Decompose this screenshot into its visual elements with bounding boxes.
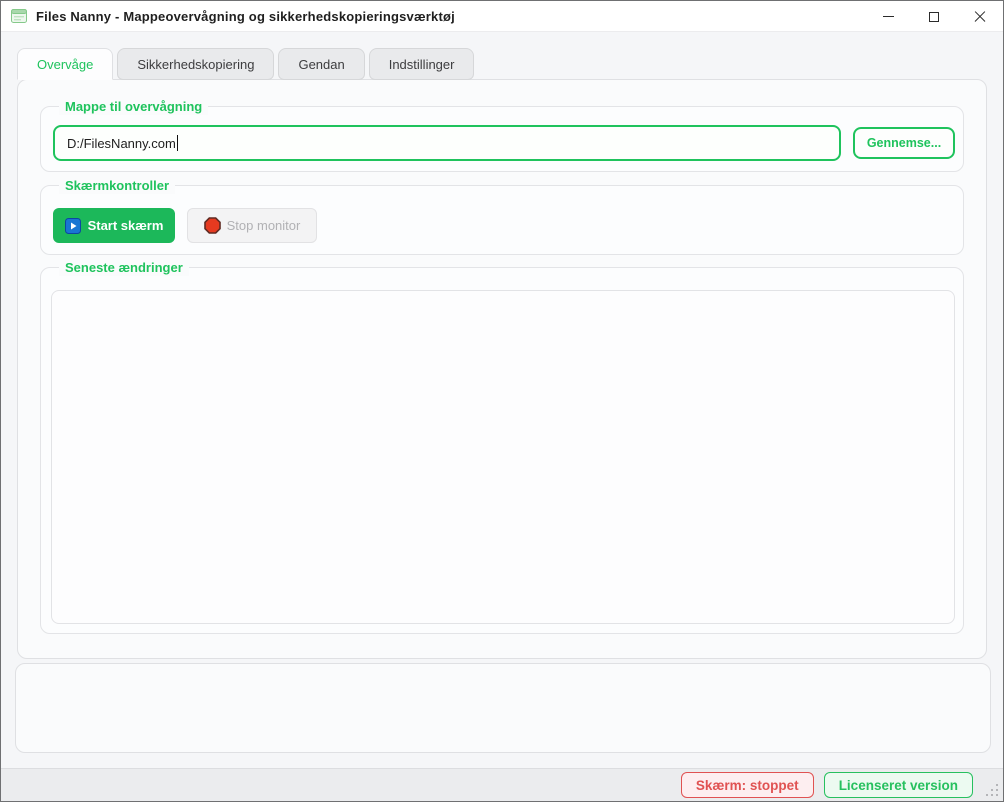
stop-monitor-button[interactable]: Stop monitor (187, 208, 317, 243)
stop-sign-icon (204, 217, 221, 234)
window-controls (865, 1, 1003, 32)
tab-bar: Overvåge Sikkerhedskopiering Gendan Inds… (17, 48, 474, 80)
monitor-folder-legend: Mappe til overvågning (59, 98, 208, 115)
monitor-tab-pane: Mappe til overvågning D:/FilesNanny.com … (17, 79, 987, 659)
close-icon (974, 11, 986, 23)
monitor-folder-input-value: D:/FilesNanny.com (67, 136, 176, 151)
start-monitor-button[interactable]: Start skærm (53, 208, 175, 243)
log-panel (15, 663, 991, 753)
start-monitor-label: Start skærm (88, 218, 164, 233)
maximize-button[interactable] (911, 1, 957, 32)
minimize-button[interactable] (865, 1, 911, 32)
tab-gendan[interactable]: Gendan (278, 48, 364, 80)
recent-changes-group: Seneste ændringer (40, 267, 964, 634)
minimize-icon (883, 16, 894, 17)
monitor-controls-legend: Skærmkontroller (59, 177, 175, 194)
close-button[interactable] (957, 1, 1003, 32)
title-bar: Files Nanny - Mappeovervågning og sikker… (1, 1, 1003, 32)
stop-monitor-label: Stop monitor (227, 218, 301, 233)
app-window: Files Nanny - Mappeovervågning og sikker… (0, 0, 1004, 802)
play-icon (65, 218, 81, 234)
resize-grip[interactable] (984, 782, 998, 796)
status-bar: Skærm: stoppet Licenseret version (1, 768, 1003, 801)
tab-indstillinger[interactable]: Indstillinger (369, 48, 475, 80)
window-title: Files Nanny - Mappeovervågning og sikker… (36, 9, 455, 24)
app-icon (11, 8, 27, 24)
monitor-folder-group: Mappe til overvågning D:/FilesNanny.com … (40, 106, 964, 172)
text-caret (177, 135, 178, 151)
maximize-icon (929, 12, 939, 22)
monitor-controls-group: Skærmkontroller Start skærm Stop monitor (40, 185, 964, 255)
tab-overvaage[interactable]: Overvåge (17, 48, 113, 80)
recent-changes-list[interactable] (51, 290, 955, 624)
monitor-folder-input[interactable]: D:/FilesNanny.com (53, 125, 841, 161)
browse-button[interactable]: Gennemse... (853, 127, 955, 159)
recent-changes-legend: Seneste ændringer (59, 259, 189, 276)
tab-sikkerhedskopiering[interactable]: Sikkerhedskopiering (117, 48, 274, 80)
monitor-status-badge: Skærm: stoppet (681, 772, 814, 798)
license-status-badge: Licenseret version (824, 772, 973, 798)
